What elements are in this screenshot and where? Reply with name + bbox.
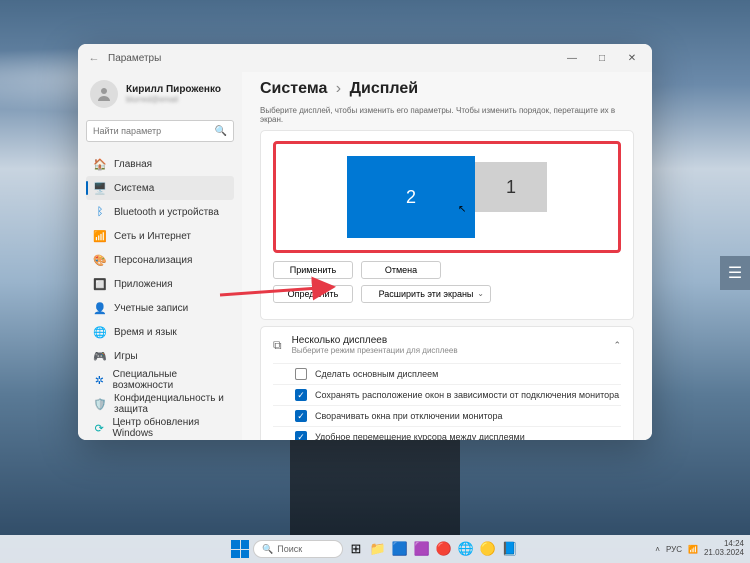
nav-accounts[interactable]: 👤Учетные записи xyxy=(86,296,234,320)
sidebar: Кирилл Пироженко blurred@email 🔍 🏠Главна… xyxy=(78,72,242,440)
window-title: Параметры xyxy=(108,53,161,64)
nav-accessibility[interactable]: ✲Специальные возможности xyxy=(86,368,234,392)
word-icon[interactable]: 📘 xyxy=(501,540,519,558)
nav-personalization[interactable]: 🎨Персонализация xyxy=(86,248,234,272)
explorer-icon[interactable]: 📁 xyxy=(369,540,387,558)
nav-network[interactable]: 📶Сеть и Интернет xyxy=(86,224,234,248)
search-input[interactable] xyxy=(93,126,215,136)
display-area: 2 1 ↖ Применить Отмена Определить Расшир… xyxy=(260,130,634,320)
search-icon: 🔍 xyxy=(215,126,227,137)
nav-privacy[interactable]: 🛡️Конфиденциальность и защита xyxy=(86,392,234,416)
check-minimize[interactable]: ✓Сворачивать окна при отключении монитор… xyxy=(273,405,621,426)
chrome-icon[interactable]: 🌐 xyxy=(457,540,475,558)
taskbar-search[interactable]: 🔍Поиск xyxy=(253,540,343,558)
personalization-icon: 🎨 xyxy=(94,254,106,266)
taskview-icon[interactable]: ⊞ xyxy=(347,540,365,558)
search-icon: 🔍 xyxy=(262,544,273,555)
app-icon[interactable]: 🟪 xyxy=(413,540,431,558)
cancel-button[interactable]: Отмена xyxy=(361,261,441,279)
time-icon: 🌐 xyxy=(94,326,106,338)
privacy-icon: 🛡️ xyxy=(94,398,106,410)
checkbox-unchecked-icon[interactable] xyxy=(295,368,307,380)
nav-bluetooth[interactable]: ᛒBluetooth и устройства xyxy=(86,200,234,224)
user-email: blurred@email xyxy=(126,95,221,104)
nav-home[interactable]: 🏠Главная xyxy=(86,152,234,176)
tray-chevron-icon[interactable]: ˄ xyxy=(655,545,660,554)
yandex-icon[interactable]: 🟡 xyxy=(479,540,497,558)
section-header[interactable]: ⧉ Несколько дисплеев Выберите режим през… xyxy=(273,335,621,355)
network-icon: 📶 xyxy=(94,230,106,242)
taskbar-clock[interactable]: 14:24 21.03.2024 xyxy=(704,540,744,558)
home-icon: 🏠 xyxy=(94,158,106,170)
section-title: Несколько дисплеев xyxy=(292,335,458,346)
tray-network-icon[interactable]: 📶 xyxy=(688,545,698,554)
accessibility-icon: ✲ xyxy=(94,374,105,386)
checkbox-checked-icon[interactable]: ✓ xyxy=(295,389,307,401)
nav-apps[interactable]: 🔲Приложения xyxy=(86,272,234,296)
system-icon: 🖥️ xyxy=(94,182,106,194)
minimize-button[interactable]: — xyxy=(558,48,586,68)
multi-display-card: ⧉ Несколько дисплеев Выберите режим през… xyxy=(260,326,634,440)
chevron-down-icon: ⌄ xyxy=(477,289,484,298)
section-sub: Выберите режим презентации для дисплеев xyxy=(292,346,458,355)
monitor-2[interactable]: 2 xyxy=(347,156,475,238)
back-button[interactable]: ← xyxy=(84,52,104,64)
start-button[interactable] xyxy=(231,540,249,558)
settings-window: ← Параметры — □ ✕ Кирилл Пироженко blurr… xyxy=(78,44,652,440)
check-main-display[interactable]: Сделать основным дисплеем xyxy=(273,363,621,384)
check-cursor[interactable]: ✓Удобное перемещение курсора между диспл… xyxy=(273,426,621,440)
titlebar: ← Параметры — □ ✕ xyxy=(78,44,652,72)
display-arrangement[interactable]: 2 1 ↖ xyxy=(273,141,621,253)
breadcrumb-root[interactable]: Система xyxy=(260,80,327,97)
apps-icon: 🔲 xyxy=(94,278,106,290)
identify-button[interactable]: Определить xyxy=(273,285,353,303)
accounts-icon: 👤 xyxy=(94,302,106,314)
app-icon[interactable]: 🔴 xyxy=(435,540,453,558)
breadcrumb-sep: › xyxy=(336,80,341,97)
check-save-layout[interactable]: ✓Сохранять расположение окон в зависимос… xyxy=(273,384,621,405)
checkbox-checked-icon[interactable]: ✓ xyxy=(295,410,307,422)
hint-text: Выберите дисплей, чтобы изменить его пар… xyxy=(260,106,634,124)
nav-gaming[interactable]: 🎮Игры xyxy=(86,344,234,368)
avatar xyxy=(90,80,118,108)
monitor-1[interactable]: 1 xyxy=(475,162,547,212)
displays-icon: ⧉ xyxy=(273,338,282,353)
user-block[interactable]: Кирилл Пироженко blurred@email xyxy=(86,80,234,108)
update-icon: ⟳ xyxy=(94,422,104,434)
nav-system[interactable]: 🖥️Система xyxy=(86,176,234,200)
close-button[interactable]: ✕ xyxy=(618,48,646,68)
user-name: Кирилл Пироженко xyxy=(126,84,221,95)
checkbox-checked-icon[interactable]: ✓ xyxy=(295,431,307,440)
cursor-icon: ↖ xyxy=(458,204,466,215)
chevron-up-icon: ⌃ xyxy=(613,340,621,351)
nav-time[interactable]: 🌐Время и язык xyxy=(86,320,234,344)
extend-dropdown[interactable]: Расширить эти экраны⌄ xyxy=(361,285,491,303)
content: Система › Дисплей Выберите дисплей, чтоб… xyxy=(242,72,652,440)
search-box[interactable]: 🔍 xyxy=(86,120,234,142)
gaming-icon: 🎮 xyxy=(94,350,106,362)
apply-button[interactable]: Применить xyxy=(273,261,353,279)
bluetooth-icon: ᛒ xyxy=(94,206,106,218)
tray-lang[interactable]: РУС xyxy=(666,545,682,554)
hamburger-menu-icon[interactable]: ☰ xyxy=(720,256,750,290)
app-icon[interactable]: 🟦 xyxy=(391,540,409,558)
nav-update[interactable]: ⟳Центр обновления Windows xyxy=(86,416,234,440)
maximize-button[interactable]: □ xyxy=(588,48,616,68)
taskbar: 🔍Поиск ⊞ 📁 🟦 🟪 🔴 🌐 🟡 📘 ˄ РУС 📶 14:24 21.… xyxy=(0,535,750,563)
breadcrumb: Система › Дисплей xyxy=(260,80,634,98)
breadcrumb-page: Дисплей xyxy=(350,80,418,97)
